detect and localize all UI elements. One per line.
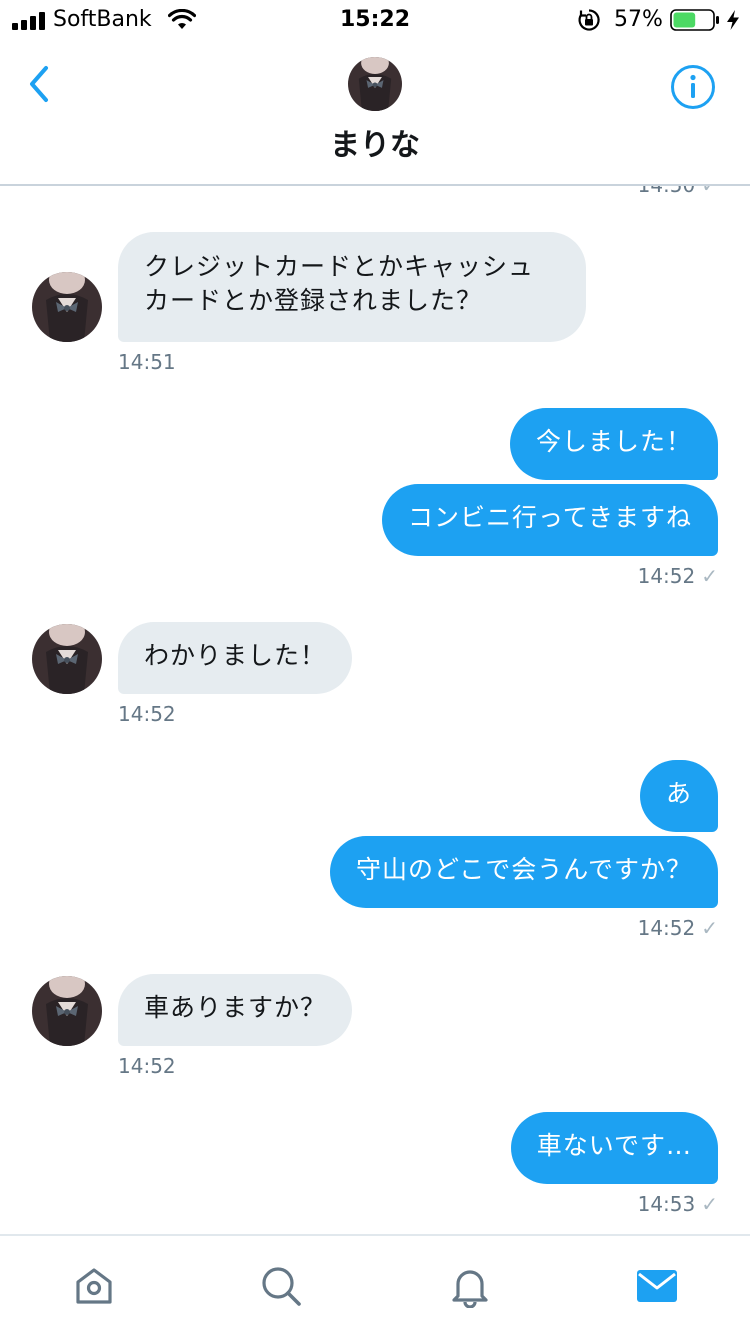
orientation-lock-icon	[578, 9, 600, 31]
message-bubble-outgoing[interactable]: 車ないです…	[510, 1112, 718, 1184]
message-bubble-incoming[interactable]: クレジットカードとかキャッシュ カードとか登録されました？	[118, 232, 586, 342]
message-timestamp: 14:52 ✓	[637, 916, 718, 940]
message-timestamp: 14:51	[118, 350, 176, 374]
message-timestamp: 14:52 ✓	[637, 564, 718, 588]
tab-notifications[interactable]	[448, 1264, 492, 1308]
message-timestamp: 14:53 ✓	[637, 1192, 718, 1216]
conversation-header: まりな	[0, 40, 750, 186]
battery-percent: 57%	[614, 7, 663, 32]
avatar-image	[32, 624, 102, 694]
info-icon[interactable]	[670, 64, 716, 110]
message-bubble-outgoing[interactable]: コンビニ行ってきますね	[381, 484, 718, 556]
tab-home[interactable]	[72, 1264, 116, 1308]
message-bubble-outgoing[interactable]: 今しました！	[509, 408, 718, 480]
profile-avatar[interactable]	[348, 57, 402, 111]
message-bubble-incoming[interactable]: 車ありますか？	[118, 974, 353, 1046]
tab-search[interactable]	[259, 1264, 303, 1308]
charging-bolt-icon	[727, 10, 739, 30]
message-timestamp: 14:52	[118, 1054, 176, 1078]
read-check-icon: ✓	[701, 916, 718, 940]
battery-icon	[670, 9, 719, 31]
message-text-line: クレジットカードとかキャッシュ	[144, 252, 535, 281]
sender-avatar[interactable]	[32, 976, 102, 1046]
notifications-icon	[452, 1270, 488, 1308]
avatar-image	[348, 57, 402, 111]
message-text-line: カードとか登録されました？	[144, 286, 483, 315]
home-icon	[76, 1268, 112, 1304]
messages-icon	[637, 1270, 677, 1302]
read-check-icon: ✓	[701, 564, 718, 588]
status-bar: SoftBank 15:22 57%	[0, 0, 750, 40]
avatar-image	[32, 272, 102, 342]
bottom-tab-bar	[0, 1234, 750, 1336]
message-bubble-outgoing[interactable]: 守山のどこで会うんですか？	[329, 836, 718, 908]
read-check-icon: ✓	[701, 186, 718, 197]
read-check-icon: ✓	[701, 1192, 718, 1216]
message-thread[interactable]: 14:50✓ クレジットカードとかキャッシュ カードとか登録されました？ 14:…	[0, 186, 750, 1234]
tab-messages[interactable]	[635, 1264, 679, 1308]
message-timestamp: 14:50✓	[638, 186, 718, 197]
sender-avatar[interactable]	[32, 624, 102, 694]
message-bubble-incoming[interactable]: わかりました！	[118, 622, 353, 694]
avatar-image	[32, 976, 102, 1046]
conversation-title[interactable]: まりな	[0, 126, 750, 166]
message-timestamp: 14:52	[118, 702, 176, 726]
message-bubble-outgoing[interactable]: あ	[639, 760, 718, 832]
back-button[interactable]	[22, 64, 58, 104]
search-icon	[262, 1267, 301, 1306]
sender-avatar[interactable]	[32, 272, 102, 342]
